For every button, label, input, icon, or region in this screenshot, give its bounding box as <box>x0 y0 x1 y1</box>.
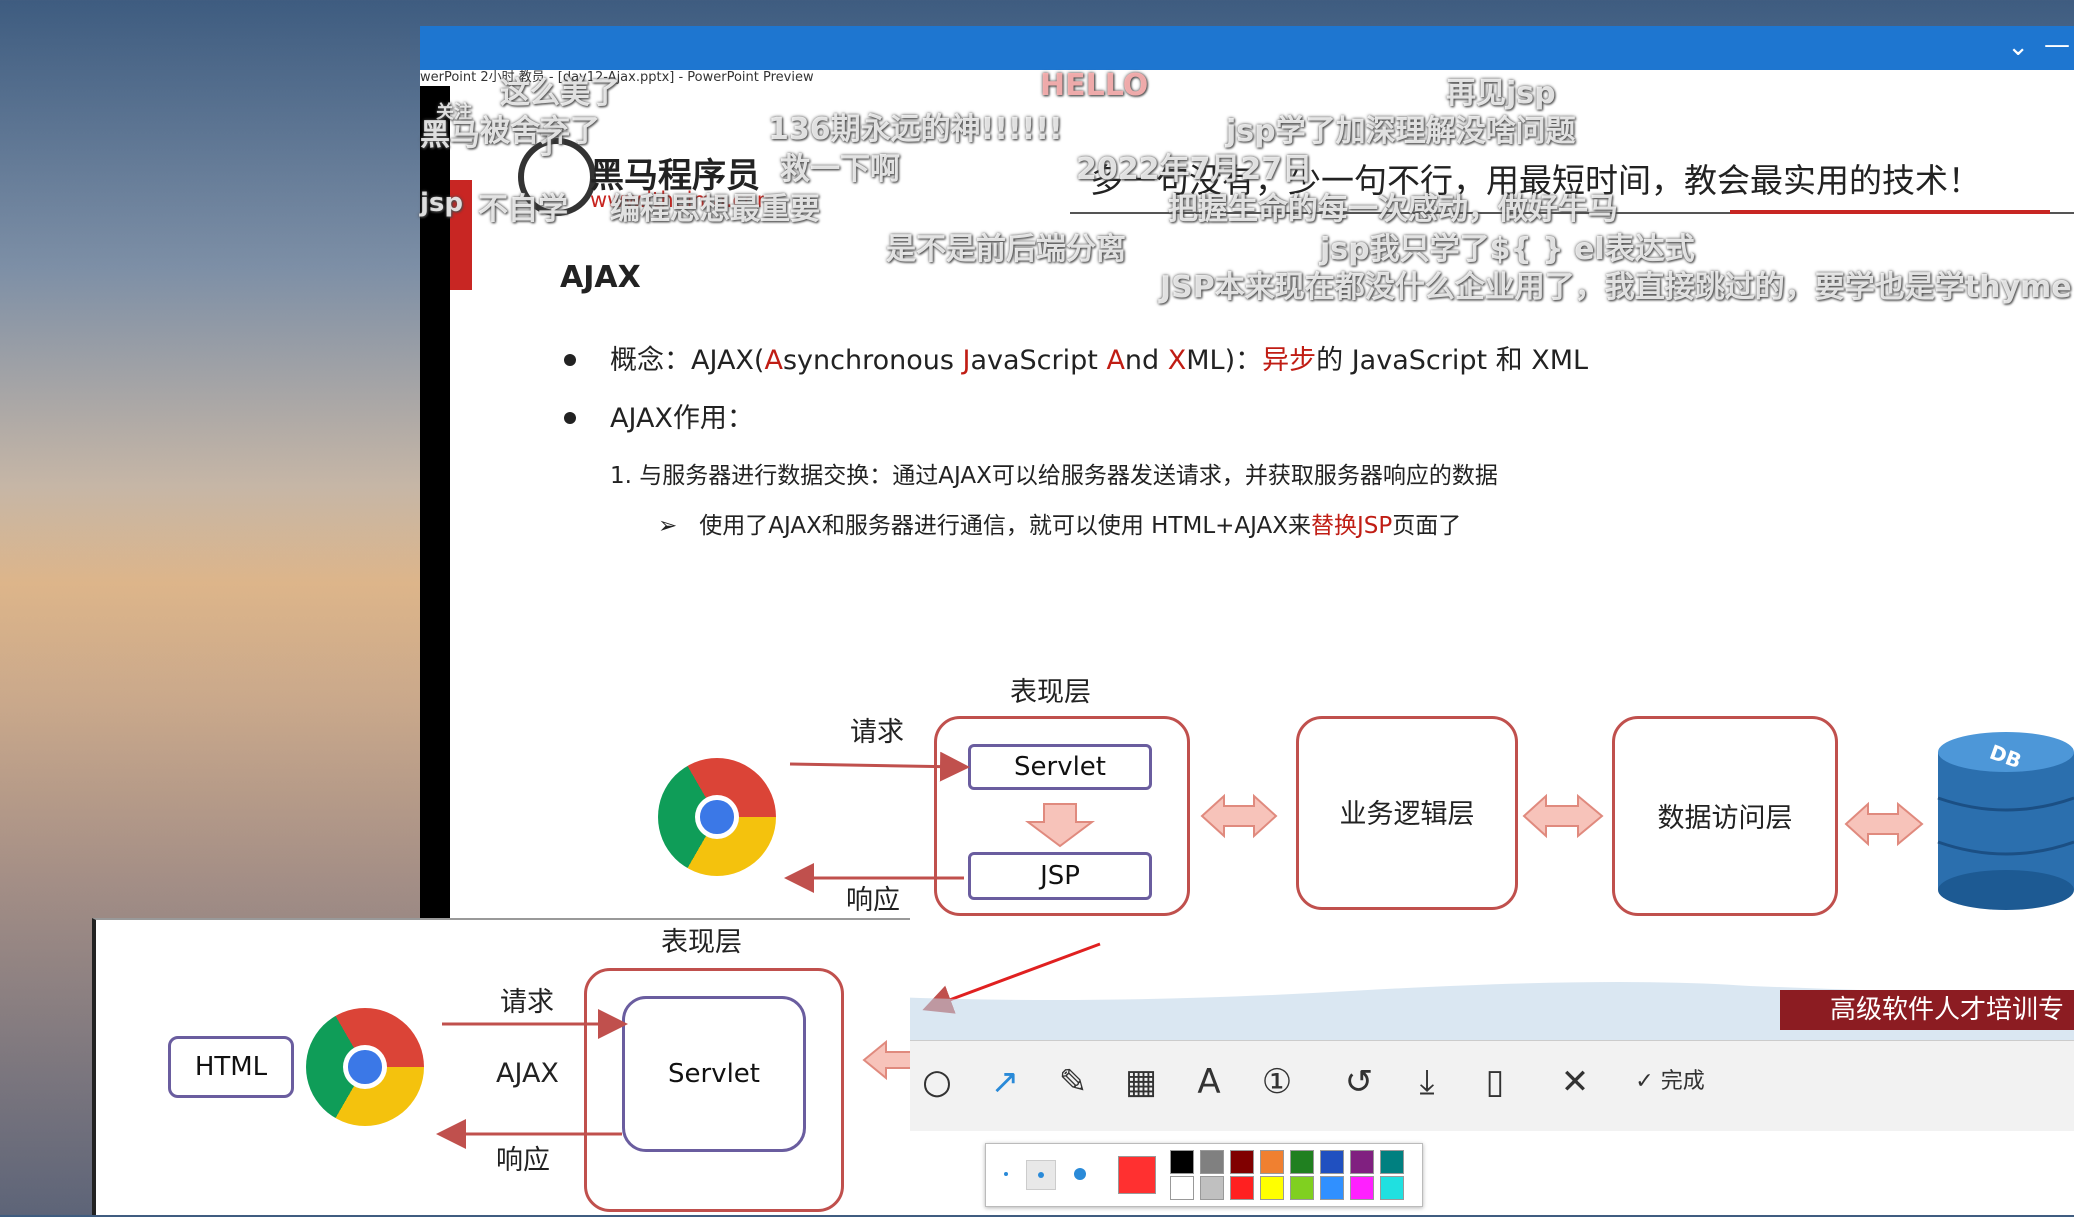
down-arrow <box>1025 803 1095 848</box>
danmaku-comment: 编程思想最重要 <box>610 192 820 227</box>
annotation-toolbar: ○ ↗ ✎ ▦ A ① ↺ ⤓ ▯ ✕ ✓ 完成 <box>910 1040 2074 1131</box>
color-swatch[interactable] <box>1380 1150 1404 1174</box>
danmaku-comment: 把握生命的每一次感动，做好牛马 <box>1168 192 1618 227</box>
danmaku-comment: 是不是前后端分离 <box>886 232 1126 267</box>
circle-tool-icon[interactable]: ○ <box>912 1057 962 1107</box>
danmaku-comment: 2022年7月27日 <box>1076 152 1313 187</box>
annotation-arrow <box>922 942 1101 1014</box>
danmaku-comment: 不自学 <box>478 192 568 227</box>
color-swatch[interactable] <box>1350 1150 1374 1174</box>
color-swatch[interactable] <box>1320 1176 1344 1200</box>
text-tool-icon[interactable]: A <box>1184 1057 1234 1107</box>
request-arrow <box>789 751 970 782</box>
window-title: werPoint 2小时 教员 - [day12-Ajax.pptx] - Po… <box>420 70 814 85</box>
undo-icon[interactable]: ↺ <box>1334 1057 1384 1107</box>
color-swatch[interactable] <box>1200 1150 1224 1174</box>
double-arrow <box>1200 793 1278 839</box>
close-icon[interactable]: ✕ <box>1550 1057 1600 1107</box>
danmaku-comment: jsp <box>420 188 463 218</box>
arrow-tool-icon[interactable]: ↗ <box>980 1057 1030 1107</box>
screenshot-snippet: 表现层 HTML 请求 AJAX 响应 Servlet <box>92 918 914 1215</box>
color-swatch[interactable] <box>1230 1176 1254 1200</box>
danmaku-comment: 136期永远的神!!!!!! <box>768 112 1063 147</box>
double-arrow <box>1844 801 1924 847</box>
color-swatch[interactable] <box>1290 1150 1314 1174</box>
color-swatch[interactable] <box>1170 1150 1194 1174</box>
color-swatch[interactable] <box>1230 1150 1254 1174</box>
danmaku-comment: 了 <box>534 126 564 161</box>
color-swatch[interactable] <box>1380 1176 1404 1200</box>
color-swatch[interactable] <box>1260 1150 1284 1174</box>
size-large[interactable] <box>1074 1168 1086 1180</box>
pin-icon[interactable]: ▯ <box>1470 1057 1520 1107</box>
color-swatch[interactable] <box>1200 1176 1224 1200</box>
number-tool-icon[interactable]: ① <box>1252 1057 1302 1107</box>
size-medium[interactable] <box>1026 1160 1056 1190</box>
title-bar: ⌄ — <box>420 26 2074 70</box>
desktop: { "window":{"title":"werPoint 2小时 教员 - [… <box>0 0 2074 1215</box>
color-swatch[interactable] <box>1320 1150 1344 1174</box>
done-button[interactable]: ✓ 完成 <box>1622 1057 1718 1107</box>
diagram-arrows <box>450 751 2074 1046</box>
minimize-icon[interactable]: — <box>2044 30 2070 60</box>
danmaku-comment: HELLO <box>1040 68 1149 103</box>
color-palette <box>985 1143 1423 1207</box>
color-swatch[interactable] <box>1260 1176 1284 1200</box>
danmaku-comment: 黑马 <box>420 118 480 153</box>
pencil-tool-icon[interactable]: ✎ <box>1048 1057 1098 1107</box>
double-arrow <box>1522 793 1604 839</box>
overlay-arrows <box>436 1009 914 1149</box>
color-swatch[interactable] <box>1170 1176 1194 1200</box>
footer-banner: 高级软件人才培训专 <box>1780 990 2074 1030</box>
slide: 黑马程序员 www.itheima.com 多一句没有，少一句不行，用最短时间，… <box>450 86 2074 1046</box>
color-swatch[interactable] <box>1350 1176 1374 1200</box>
mosaic-tool-icon[interactable]: ▦ <box>1116 1057 1166 1107</box>
color-swatch[interactable] <box>1290 1176 1314 1200</box>
size-small[interactable] <box>1004 1172 1008 1176</box>
current-color[interactable] <box>1118 1156 1156 1194</box>
chevron-down-icon[interactable]: ⌄ <box>2007 32 2029 62</box>
danmaku-comment: 救一下啊 <box>780 152 900 187</box>
download-icon[interactable]: ⤓ <box>1402 1057 1452 1107</box>
done-label: 完成 <box>1660 1069 1705 1094</box>
danmaku-comment: JSP本来现在都没什么企业用了，我直接跳过的，要学也是学thyme <box>1160 270 2072 305</box>
